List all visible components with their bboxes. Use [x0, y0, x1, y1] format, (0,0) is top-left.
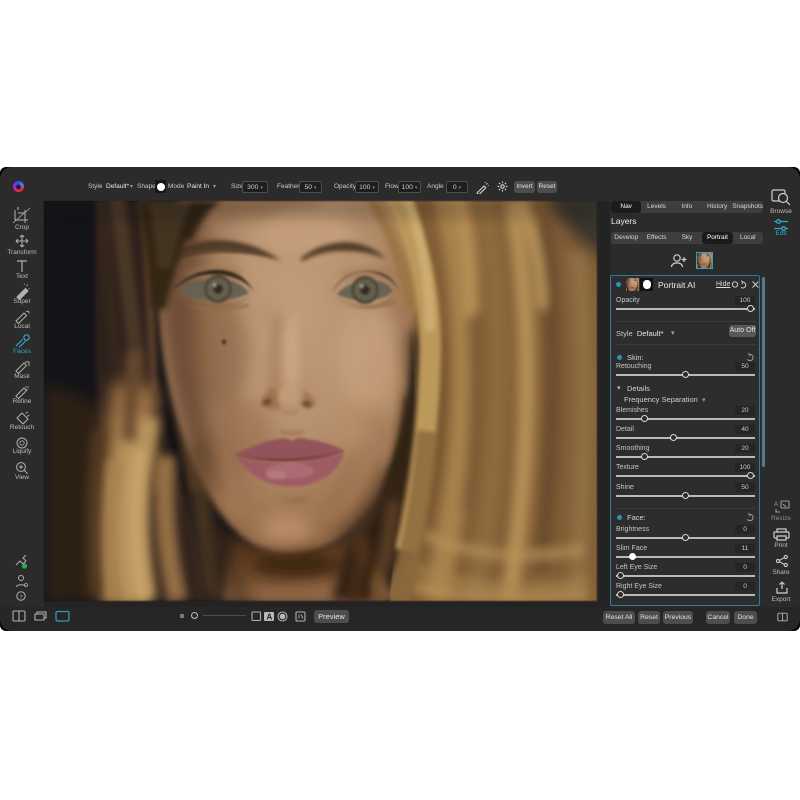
- svg-text:A: A: [774, 502, 778, 508]
- svg-text:A: A: [267, 613, 273, 622]
- svg-text:?: ?: [19, 595, 22, 601]
